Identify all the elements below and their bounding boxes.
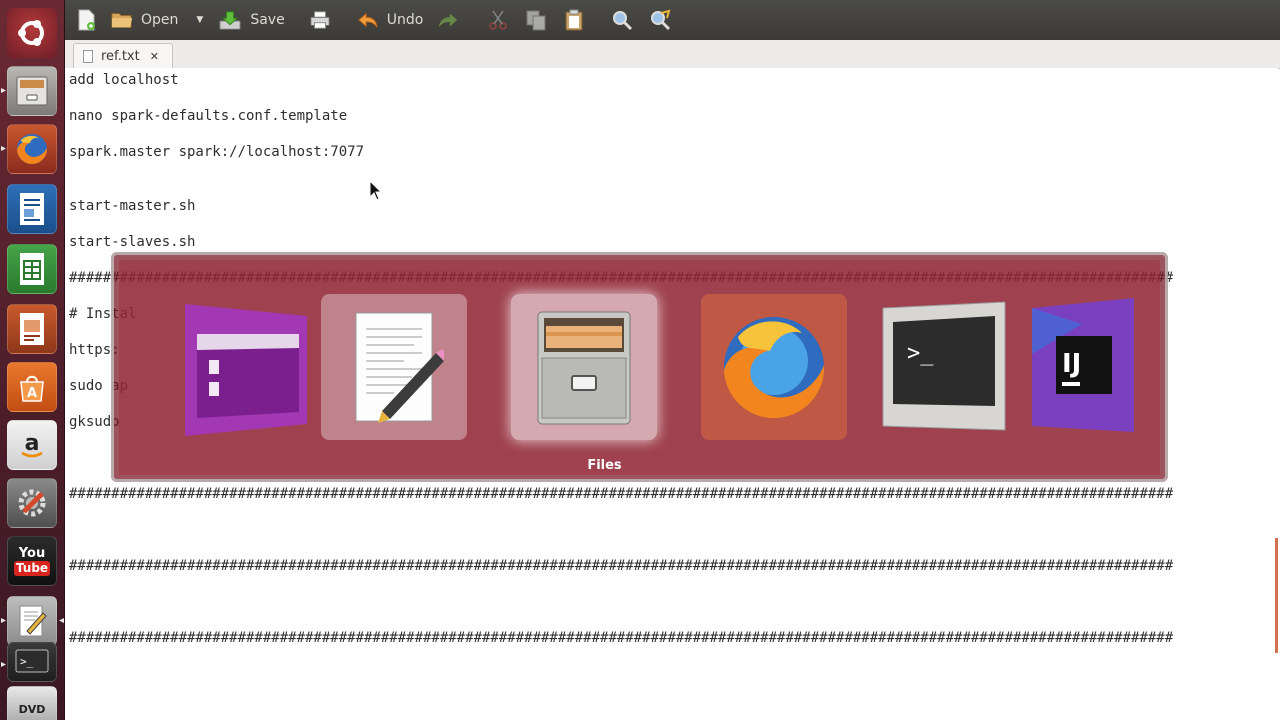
- launcher-calc-button[interactable]: [7, 244, 57, 294]
- launcher-impress-button[interactable]: [7, 304, 57, 354]
- editor-line: start-slaves.sh: [69, 234, 196, 250]
- chevron-down-icon: ▼: [196, 15, 204, 25]
- paste-button[interactable]: [563, 0, 585, 40]
- undo-button[interactable]: Undo: [357, 0, 424, 40]
- editor-line: spark.master spark://localhost:7077: [69, 144, 365, 160]
- launcher-amazon-button[interactable]: a: [7, 420, 57, 470]
- undo-arrow-icon: [357, 9, 379, 31]
- clipboard-paste-icon: [563, 9, 585, 31]
- search-replace-icon: [649, 9, 671, 31]
- tab-title: ref.txt: [101, 49, 140, 64]
- copy-button[interactable]: [525, 0, 547, 40]
- launcher-software-center-button[interactable]: A: [7, 362, 57, 412]
- calc-spreadsheet-icon: [20, 253, 44, 285]
- open-folder-icon: [111, 9, 133, 31]
- unity-launcher: A a You Tube >_ DVD: [0, 0, 65, 720]
- copy-icon: [525, 9, 547, 31]
- new-document-button[interactable]: [75, 0, 97, 40]
- file-cabinet-icon: [537, 311, 631, 425]
- print-button[interactable]: [309, 0, 331, 40]
- editor-line: add localhost: [69, 72, 179, 88]
- switcher-item-nautilus[interactable]: [171, 294, 317, 440]
- firefox-icon: [17, 134, 48, 165]
- scissors-icon: [487, 9, 509, 31]
- dvd-label: DVD: [18, 702, 46, 716]
- terminal-icon: >_: [882, 301, 1006, 431]
- redo-arrow-icon: [437, 9, 459, 31]
- nautilus-folder-icon: [185, 304, 307, 436]
- app-switcher-overlay: >_ IJ Files: [111, 252, 1168, 482]
- switcher-item-terminal[interactable]: >_: [871, 294, 1017, 440]
- mouse-cursor-icon: [369, 179, 383, 206]
- launcher-writer-button[interactable]: [7, 184, 57, 234]
- redo-button[interactable]: [437, 0, 459, 40]
- launcher-dvd-button[interactable]: DVD: [7, 686, 57, 720]
- editor-line: start-master.sh: [69, 198, 196, 214]
- open-label: Open: [141, 12, 179, 28]
- svg-text:>_: >_: [907, 341, 934, 366]
- switcher-item-firefox[interactable]: [701, 294, 847, 440]
- launcher-files-button[interactable]: [7, 66, 57, 116]
- launcher-firefox-button[interactable]: [7, 124, 57, 174]
- printer-icon: [309, 9, 331, 31]
- launcher-text-editor-button[interactable]: [7, 596, 57, 646]
- save-download-icon: [219, 9, 241, 31]
- terminal-icon: >_: [15, 649, 49, 673]
- youtube-label-top: You: [18, 545, 46, 561]
- search-replace-button[interactable]: [649, 0, 671, 40]
- undo-label: Undo: [386, 12, 424, 28]
- tab-ref-txt[interactable]: ref.txt ✕: [73, 43, 173, 69]
- svg-text:IJ: IJ: [1062, 349, 1081, 379]
- youtube-label-bottom: Tube: [13, 560, 51, 576]
- launcher-youtube-button[interactable]: You Tube: [7, 536, 57, 586]
- editor-line: ########################################…: [69, 630, 1174, 646]
- scrollbar-thumb[interactable]: [1275, 538, 1278, 653]
- cut-button[interactable]: [487, 0, 509, 40]
- search-button[interactable]: [611, 0, 633, 40]
- editor-line: nano spark-defaults.conf.template: [69, 108, 348, 124]
- editor-line: ########################################…: [69, 558, 1174, 574]
- open-button[interactable]: Open: [111, 0, 178, 40]
- switcher-selected-label: Files: [587, 458, 622, 473]
- amazon-icon: a: [21, 431, 43, 458]
- save-label: Save: [250, 12, 285, 28]
- launcher-dash-button[interactable]: [7, 8, 57, 58]
- svg-text:a: a: [25, 431, 40, 456]
- search-magnifier-icon: [611, 9, 633, 31]
- save-button[interactable]: Save: [219, 0, 285, 40]
- switcher-item-files[interactable]: [511, 294, 657, 440]
- svg-text:A: A: [27, 386, 37, 401]
- editor-line: ########################################…: [69, 486, 1174, 502]
- gedit-toolbar: Open ▼ Save Undo: [65, 0, 1280, 40]
- launcher-terminal-button[interactable]: >_: [7, 642, 57, 682]
- firefox-icon: [724, 317, 825, 419]
- text-file-icon: [83, 50, 93, 63]
- new-document-icon: [75, 9, 97, 31]
- ubuntu-logo-icon: [18, 20, 44, 46]
- app-switcher-panel: >_ IJ Files: [119, 260, 1160, 475]
- switcher-item-text-editor[interactable]: [321, 294, 467, 440]
- intellij-idea-icon: IJ: [1032, 298, 1134, 432]
- launcher-system-settings-button[interactable]: [7, 478, 57, 528]
- open-dropdown-button[interactable]: ▼: [196, 0, 203, 40]
- text-editor-icon: [19, 605, 47, 637]
- document-tab-bar: ref.txt ✕: [65, 40, 1280, 69]
- switcher-item-intellij[interactable]: IJ: [1009, 294, 1155, 440]
- file-cabinet-icon: [16, 76, 48, 106]
- text-editor-pencil-icon: [355, 312, 444, 423]
- tab-close-icon[interactable]: ✕: [150, 50, 159, 63]
- impress-presentation-icon: [20, 313, 44, 345]
- svg-text:>_: >_: [20, 655, 34, 668]
- writer-document-icon: [20, 193, 44, 225]
- software-center-bag-icon: A: [20, 375, 44, 402]
- settings-gear-icon: [18, 489, 46, 517]
